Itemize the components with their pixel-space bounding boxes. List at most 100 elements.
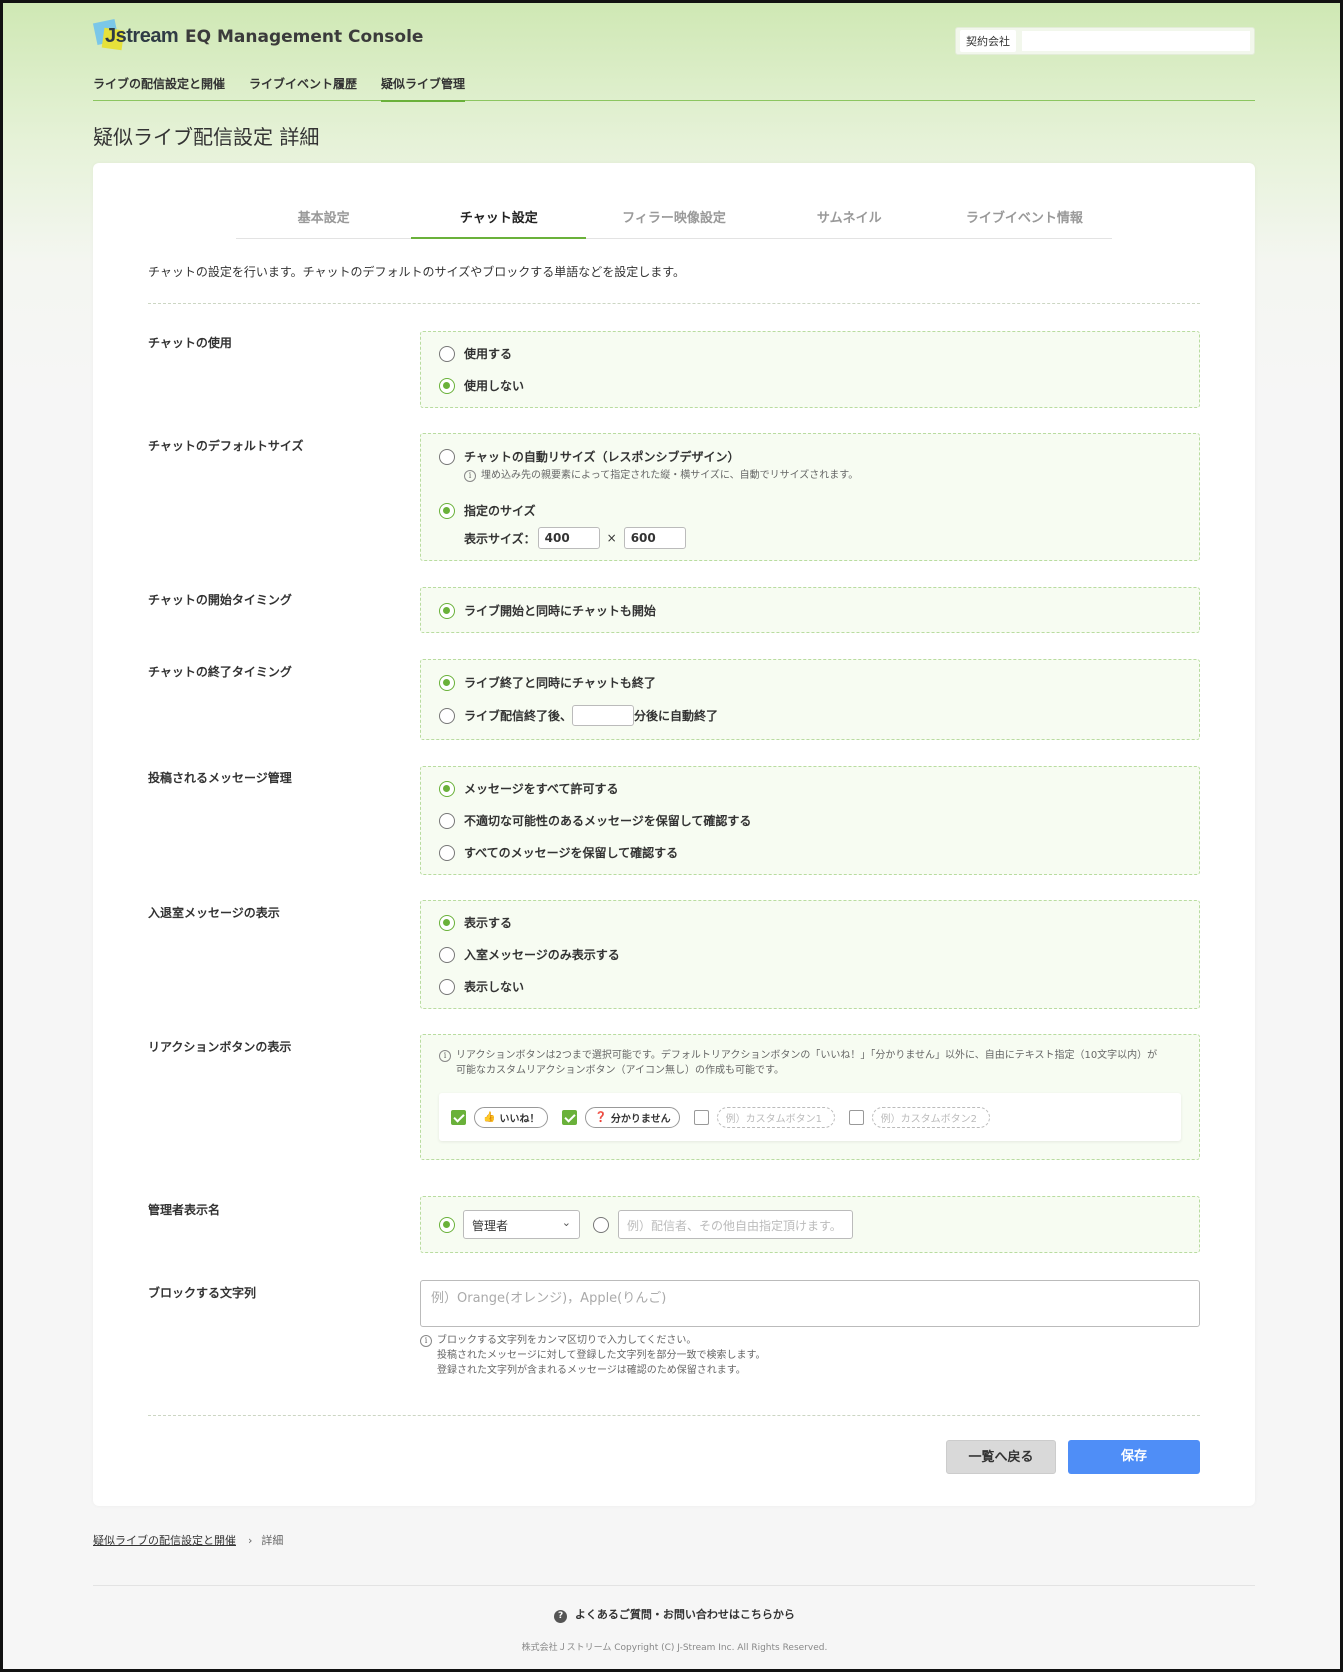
- message-hold-suspicious-option[interactable]: 不適切な可能性のあるメッセージを保留して確認する: [439, 812, 751, 829]
- footer-divider: [93, 1585, 1255, 1586]
- custom-button-2-input[interactable]: 例）カスタムボタン2: [871, 1106, 990, 1128]
- save-button[interactable]: 保存: [1068, 1440, 1200, 1474]
- chat-size-box: チャットの自動リサイズ（レスポンシブデザイン） i 埋め込み先の親要素によって指…: [420, 433, 1200, 561]
- message-mgmt-box: メッセージをすべて許可する 不適切な可能性のあるメッセージを保留して確認する す…: [420, 766, 1200, 875]
- info-icon: i: [420, 1335, 432, 1347]
- copyright: 株式会社Ｊストリーム Copyright (C) J-Stream Inc. A…: [521, 1643, 828, 1653]
- tab-bar: 基本設定 チャット設定 フィラー映像設定 サムネイル ライブイベント情報: [236, 191, 1112, 239]
- chat-end-label: チャットの終了タイミング: [148, 665, 292, 679]
- checkbox-dont-understand[interactable]: [562, 1109, 578, 1125]
- back-to-list-button[interactable]: 一覧へ戻る: [946, 1440, 1056, 1474]
- chat-end-with-live-option[interactable]: ライブ終了と同時にチャットも終了: [439, 674, 656, 691]
- block-words-note: i ブロックする文字列をカンマ区切りで入力してください。 投稿されたメッセージに…: [420, 1333, 766, 1378]
- chat-end-after-option[interactable]: ライブ配信終了後、 分後に自動終了: [439, 705, 718, 726]
- reaction-note: i リアクションボタンは2つまで選択可能です。デフォルトリアクションボタンの「い…: [439, 1048, 1179, 1078]
- note-line-2: 投稿されたメッセージに対して登録した文字列を部分一致で検索します。: [437, 1350, 766, 1361]
- nav-live-settings[interactable]: ライブの配信設定と開催: [93, 71, 225, 101]
- message-mgmt-label: 投稿されるメッセージ管理: [148, 771, 292, 785]
- width-input[interactable]: 400: [537, 527, 600, 549]
- radio-hold-all[interactable]: [439, 844, 455, 861]
- info-icon: i: [464, 470, 476, 482]
- chat-size-auto-note: i 埋め込み先の親要素によって指定された縦・横サイズに、自動でリサイズされます。: [464, 468, 858, 483]
- chat-end-box: ライブ終了と同時にチャットも終了 ライブ配信終了後、 分後に自動終了: [420, 659, 1200, 740]
- tab-thumbnail[interactable]: サムネイル: [762, 191, 937, 238]
- nav-pseudo-live[interactable]: 疑似ライブ管理: [381, 71, 466, 102]
- company-input[interactable]: [1022, 31, 1250, 51]
- entry-show-option[interactable]: 表示する: [439, 914, 512, 931]
- checkbox-custom-1[interactable]: [693, 1109, 709, 1125]
- tab-basic[interactable]: 基本設定: [236, 191, 411, 238]
- option-label: メッセージをすべて許可する: [464, 782, 619, 796]
- breadcrumb-current: 詳細: [261, 1534, 284, 1547]
- chat-use-off-option[interactable]: 使用しない: [439, 377, 524, 394]
- breadcrumb-parent-link[interactable]: 疑似ライブの配信設定と開催: [93, 1532, 236, 1548]
- radio-chat-size-auto[interactable]: [439, 448, 455, 465]
- radio-admin-preset[interactable]: [439, 1217, 455, 1233]
- radio-chat-use-on[interactable]: [439, 345, 455, 362]
- times-sign: ×: [606, 531, 617, 545]
- entry-hide-option[interactable]: 表示しない: [439, 978, 524, 995]
- checkbox-custom-2[interactable]: [848, 1109, 864, 1125]
- logo-text: Jstream: [105, 25, 179, 47]
- note-line-3: 登録された文字列が含まれるメッセージは確認のため保留されます。: [437, 1365, 746, 1376]
- chat-size-fixed-option[interactable]: 指定のサイズ: [439, 502, 536, 519]
- tab-chat[interactable]: チャット設定: [411, 191, 587, 239]
- custom-button-1-input[interactable]: 例）カスタムボタン1: [716, 1106, 835, 1128]
- company-label: 契約会社: [960, 30, 1016, 52]
- radio-admin-custom[interactable]: [593, 1217, 609, 1233]
- note-text: ブロックする文字列をカンマ区切りで入力してください。 投稿されたメッセージに対し…: [437, 1333, 766, 1378]
- chat-start-label: チャットの開始タイミング: [148, 593, 292, 607]
- nav-live-history[interactable]: ライブイベント履歴: [249, 71, 357, 101]
- dont-understand-button-preview: ❓ 分かりません: [585, 1106, 680, 1128]
- entry-only-option[interactable]: 入室メッセージのみ表示する: [439, 946, 620, 963]
- option-label: 使用しない: [464, 379, 525, 393]
- faq-link[interactable]: ? よくあるご質問・お問い合わせはこちらから: [3, 1606, 1340, 1623]
- option-label: すべてのメッセージを保留して確認する: [464, 846, 679, 860]
- entry-msg-label: 入退室メッセージの表示: [148, 906, 280, 920]
- divider: [148, 1415, 1200, 1416]
- note-text: 埋め込み先の親要素によって指定された縦・横サイズに、自動でリサイズされます。: [481, 470, 859, 481]
- select-value: 管理者: [472, 1219, 509, 1233]
- radio-entry-hide[interactable]: [439, 978, 455, 995]
- chat-use-on-option[interactable]: 使用する: [439, 345, 512, 362]
- chat-size-label: チャットのデフォルトサイズ: [148, 439, 304, 453]
- admin-name-box: 管理者 ⌄ 例）配信者、その他自由指定頂けます。: [420, 1196, 1200, 1253]
- thumbs-up-icon: 👍: [483, 1111, 496, 1123]
- admin-name-select[interactable]: 管理者 ⌄: [463, 1210, 580, 1239]
- option-label: ライブ開始と同時にチャットも開始: [464, 604, 656, 618]
- radio-entry-only[interactable]: [439, 946, 455, 963]
- radio-chat-end-after[interactable]: [439, 707, 455, 724]
- chat-start-option[interactable]: ライブ開始と同時にチャットも開始: [439, 602, 656, 619]
- page-title: 疑似ライブ配信設定 詳細: [93, 125, 320, 149]
- message-hold-all-option[interactable]: すべてのメッセージを保留して確認する: [439, 844, 678, 861]
- checkbox-like[interactable]: [451, 1109, 466, 1125]
- tab-filler[interactable]: フィラー映像設定: [586, 191, 761, 238]
- admin-custom-input[interactable]: 例）配信者、その他自由指定頂けます。: [618, 1210, 853, 1239]
- option-prefix: ライブ配信終了後、: [464, 709, 573, 723]
- reaction-box: i リアクションボタンは2つまで選択可能です。デフォルトリアクションボタンの「い…: [420, 1034, 1200, 1160]
- option-label: 表示する: [464, 916, 513, 930]
- tab-live-event-info[interactable]: ライブイベント情報: [937, 191, 1112, 238]
- reaction-buttons-panel: 👍 いいね！ ❓ 分かりません 例）カスタムボタン1 例）カスタムボタン2: [439, 1093, 1181, 1141]
- logo[interactable]: Jstream EQ Management Console: [92, 18, 423, 53]
- message-allow-all-option[interactable]: メッセージをすべて許可する: [439, 780, 618, 797]
- radio-chat-size-fixed[interactable]: [439, 502, 455, 519]
- divider: [148, 303, 1200, 304]
- option-label: チャットの自動リサイズ（レスポンシブデザイン）: [464, 450, 740, 464]
- pill-label: 分かりません: [610, 1113, 671, 1125]
- radio-chat-end-with-live[interactable]: [439, 674, 455, 691]
- chat-size-auto-option[interactable]: チャットの自動リサイズ（レスポンシブデザイン）: [439, 448, 740, 465]
- radio-hold-suspicious[interactable]: [439, 812, 455, 829]
- radio-chat-use-off[interactable]: [439, 377, 455, 394]
- option-label: 入室メッセージのみ表示する: [464, 948, 620, 962]
- radio-allow-all[interactable]: [439, 780, 455, 797]
- radio-chat-start[interactable]: [439, 602, 455, 619]
- option-suffix: 分後に自動終了: [634, 709, 719, 723]
- main-nav: ライブの配信設定と開催 ライブイベント履歴 疑似ライブ管理: [93, 71, 1255, 102]
- height-input[interactable]: 600: [623, 527, 686, 549]
- block-words-input[interactable]: 例）Orange(オレンジ)，Apple(りんご): [420, 1280, 1200, 1327]
- radio-entry-show[interactable]: [439, 914, 455, 931]
- note-line-1: ブロックする文字列をカンマ区切りで入力してください。: [437, 1335, 697, 1346]
- minutes-input[interactable]: [572, 705, 635, 726]
- like-button-preview: 👍 いいね！: [474, 1106, 549, 1128]
